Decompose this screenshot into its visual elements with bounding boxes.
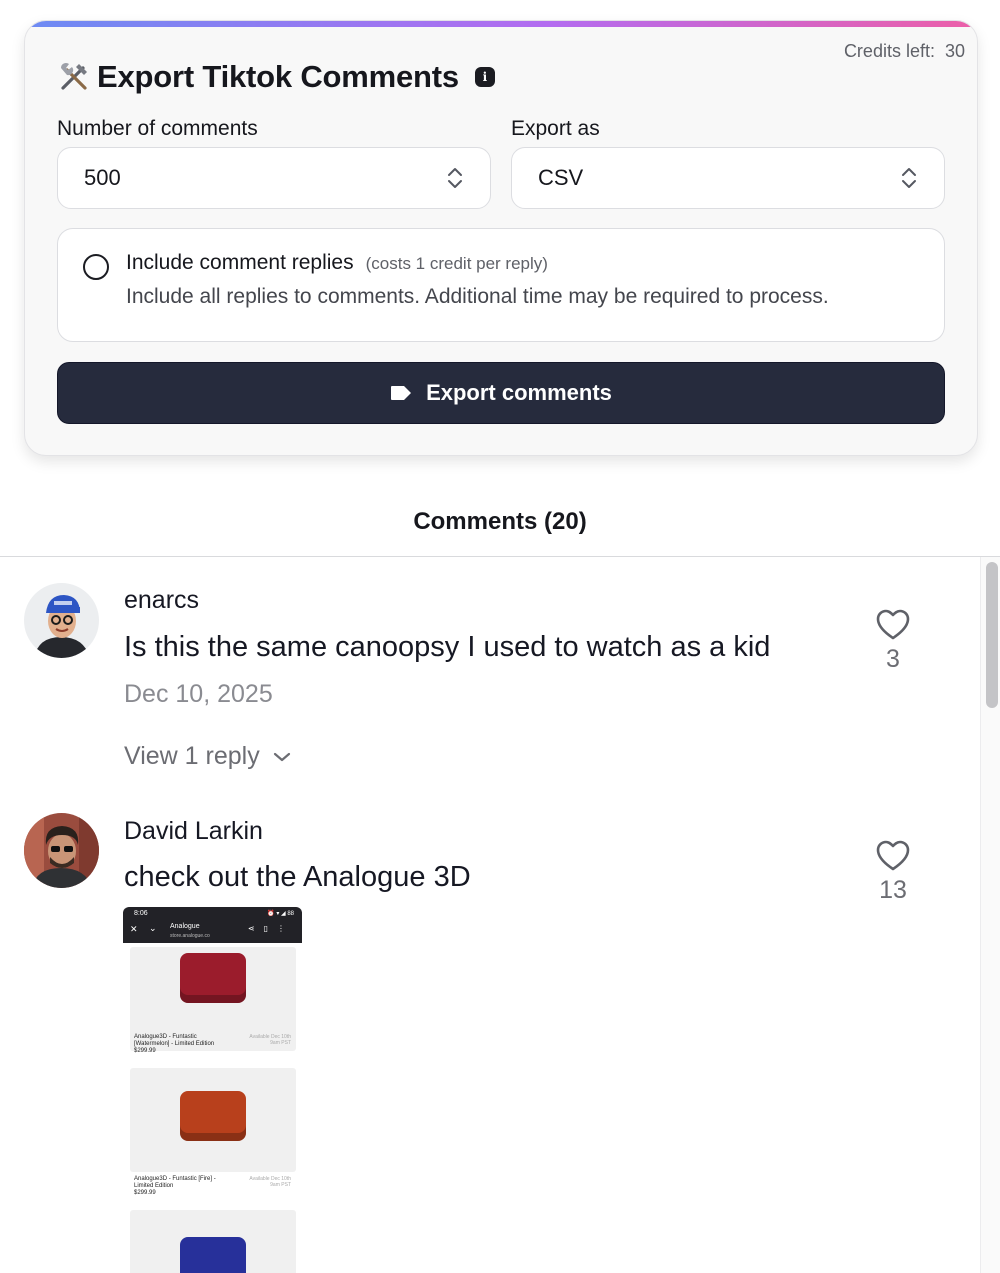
comment-username[interactable]: David Larkin <box>124 817 263 846</box>
divider <box>0 556 1000 557</box>
include-replies-title: Include comment replies <box>126 251 354 274</box>
like-count: 3 <box>886 645 900 673</box>
like-control: 3 <box>868 609 918 674</box>
product-image <box>180 1091 246 1141</box>
avatar-enarcs-image <box>24 583 99 658</box>
credits-value: 30 <box>944 41 965 61</box>
export-card: Credits left: 30 Export Tiktok Comments i… <box>24 20 978 456</box>
comment-date: Dec 10, 2025 <box>124 680 273 708</box>
heart-icon[interactable] <box>876 840 910 872</box>
info-icon[interactable]: i <box>474 67 495 87</box>
like-control: 13 <box>868 840 918 905</box>
export-format-select[interactable]: CSV <box>511 147 945 209</box>
avatar[interactable] <box>24 583 99 658</box>
scrollbar-thumb[interactable] <box>986 562 998 708</box>
phone-time: 8:06 <box>134 910 148 917</box>
product-name: Analogue3D - Funtastic [Fire] - Limited … <box>134 1176 224 1197</box>
product-name: Analogue3D - Funtastic [Watermelon] - Li… <box>134 1034 224 1055</box>
export-comments-button[interactable]: Export comments <box>57 362 945 424</box>
export-comments-label: Export comments <box>426 380 612 405</box>
comment-text: Is this the same canoopsy I used to watc… <box>124 631 771 663</box>
export-format-value: CSV <box>538 165 584 190</box>
view-replies-label: View 1 reply <box>124 742 260 770</box>
comments-header: Comments (20) <box>413 508 587 535</box>
heart-icon[interactable] <box>876 609 910 641</box>
product-availability: Available Dec 10th 9am PST <box>249 1034 291 1046</box>
number-of-comments-value: 500 <box>84 165 121 190</box>
share-bookmark-menu-icons: ⋖▯⋮ <box>247 924 294 933</box>
include-replies-description: Include all replies to comments. Additio… <box>126 285 829 308</box>
include-replies-cost: (costs 1 credit per reply) <box>365 254 548 273</box>
view-replies-link[interactable]: View 1 reply <box>124 742 292 771</box>
phone-status: ⏰ ▾ ◢ 88 <box>267 911 294 917</box>
include-replies-option[interactable]: Include comment replies (costs 1 credit p… <box>57 228 945 342</box>
phone-site-name: Analogue <box>170 923 200 930</box>
product-card <box>130 1210 296 1273</box>
hammer-wrench-icon <box>61 63 87 90</box>
avatar[interactable] <box>24 813 99 888</box>
include-replies-radio[interactable] <box>83 254 109 280</box>
product-image <box>180 1237 246 1273</box>
product-name-text: Analogue3D - Funtastic [Watermelon] - Li… <box>134 1034 215 1047</box>
avatar-david-larkin-image <box>24 813 99 888</box>
card-title-row: Export Tiktok Comments i <box>57 57 495 97</box>
product-card <box>130 1068 296 1172</box>
credits-label: Credits left: <box>843 41 935 61</box>
page-title: Export Tiktok Comments <box>97 59 459 94</box>
gradient-bar <box>25 21 977 27</box>
tag-icon <box>391 386 412 400</box>
comment-text: check out the Analogue 3D <box>124 861 471 893</box>
comment-image[interactable]: 8:06 ⏰ ▾ ◢ 88 ✕ ⌄ Analogue store.analogu… <box>123 907 302 1273</box>
product-name-text: Analogue3D - Funtastic [Fire] - Limited … <box>134 1176 216 1189</box>
chevron-updown-icon <box>448 168 462 188</box>
product-price: $299.99 <box>134 1190 156 1196</box>
like-count: 13 <box>879 876 907 904</box>
export-as-label: Export as <box>511 117 600 140</box>
product-price: $299.99 <box>134 1048 156 1054</box>
chevron-down-icon <box>273 752 290 761</box>
phone-site-url: store.analogue.co <box>170 933 210 939</box>
comment-username[interactable]: enarcs <box>124 586 199 615</box>
number-of-comments-select[interactable]: 500 <box>57 147 491 209</box>
phone-browser-bar: 8:06 ⏰ ▾ ◢ 88 ✕ ⌄ Analogue store.analogu… <box>123 907 302 943</box>
credits-indicator: Credits left: 30 <box>844 41 965 62</box>
close-icon: ✕ <box>130 924 138 934</box>
product-image <box>180 953 246 1003</box>
include-replies-title-row: Include comment replies (costs 1 credit p… <box>126 251 548 275</box>
chevron-down-icon: ⌄ <box>149 923 157 933</box>
number-of-comments-label: Number of comments <box>57 117 258 140</box>
chevron-updown-icon <box>902 168 916 188</box>
product-availability: Available Dec 10th 9am PST <box>249 1176 291 1188</box>
